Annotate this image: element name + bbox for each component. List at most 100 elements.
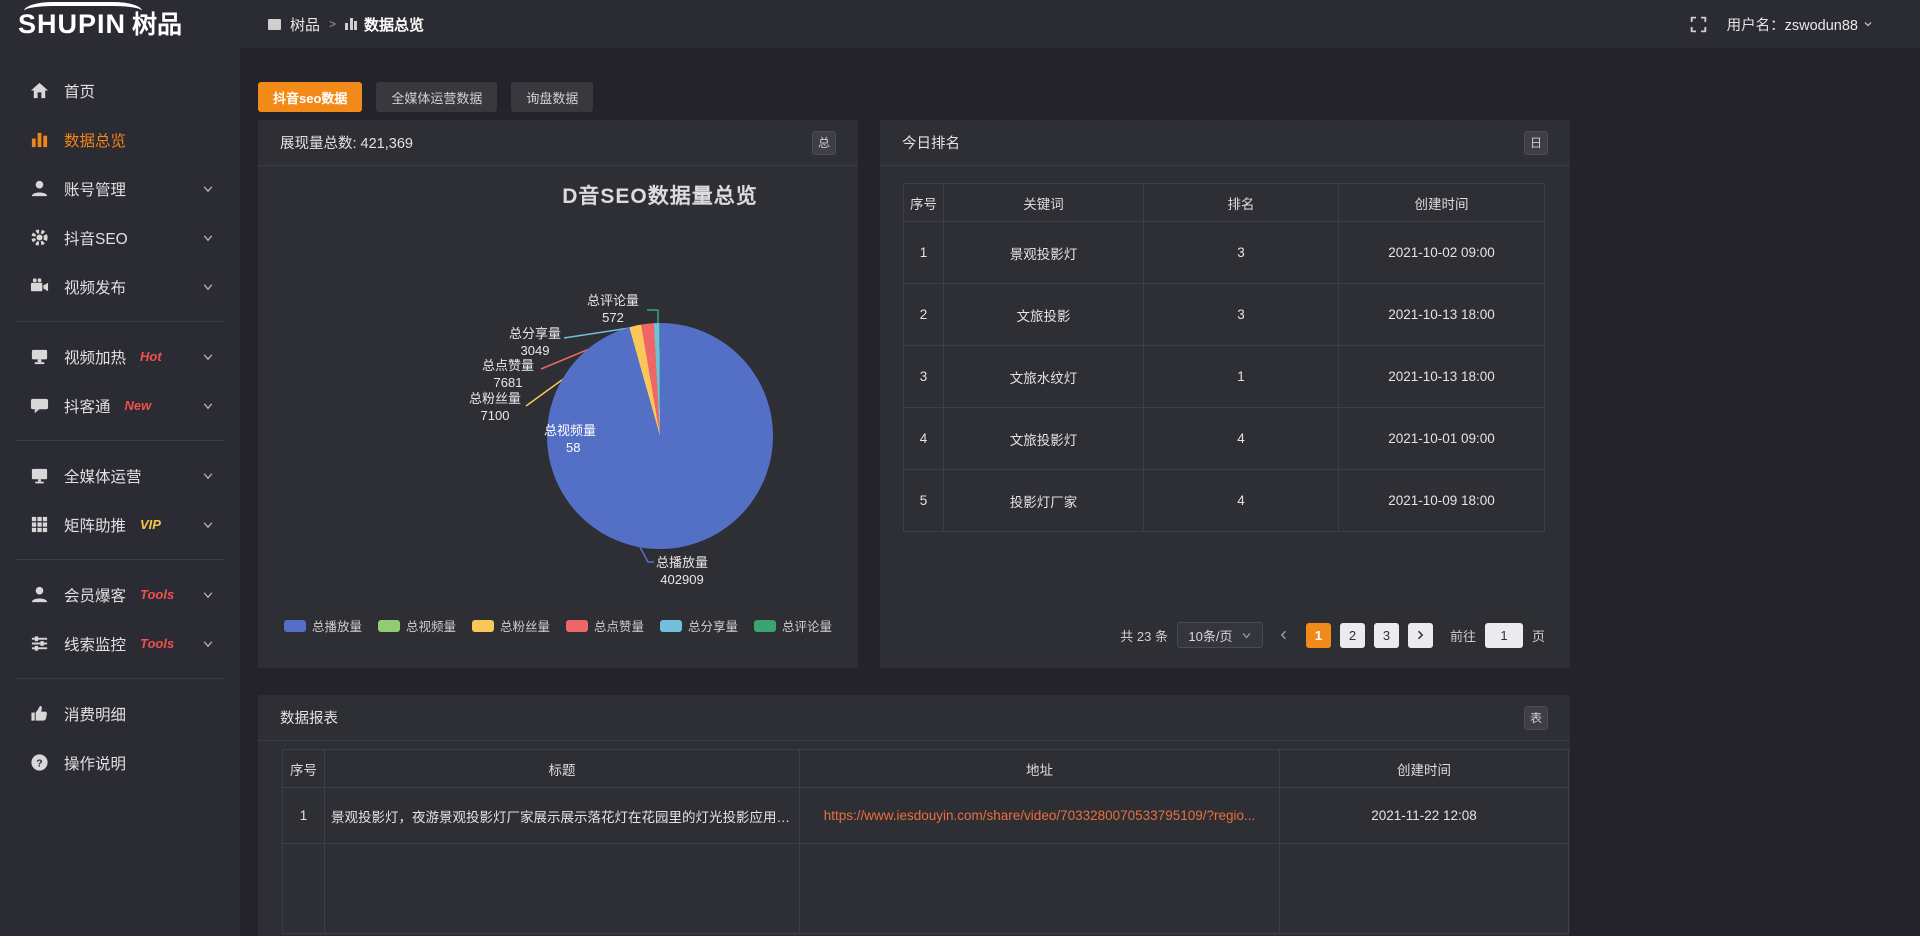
chart-legend: 总播放量 总视频量 总粉丝量 总点赞量 bbox=[258, 616, 858, 635]
breadcrumb-root[interactable]: 树品 bbox=[290, 14, 320, 35]
hot-badge: Hot bbox=[140, 349, 162, 364]
page-size-value: 10条/页 bbox=[1188, 626, 1232, 645]
app-logo: SHUPIN 树品 bbox=[0, 11, 240, 38]
sidebar-item-label: 账号管理 bbox=[64, 178, 126, 200]
sidebar-divider bbox=[16, 559, 224, 560]
monitor-icon bbox=[30, 347, 49, 366]
pie-label-comments: 总评论量 572 bbox=[563, 292, 663, 326]
tools-badge: Tools bbox=[140, 587, 174, 602]
legend-item-shares[interactable]: 总分享量 bbox=[660, 616, 738, 635]
pie-label-name: 总播放量 bbox=[656, 555, 708, 570]
grid-icon bbox=[30, 515, 49, 534]
bar-chart-icon bbox=[30, 130, 49, 149]
pie-label-name: 总视频量 bbox=[544, 423, 596, 438]
breadcrumb: 树品 > 数据总览 bbox=[268, 14, 424, 35]
pie-label-value: 7681 bbox=[458, 374, 558, 391]
sidebar-item-video-heat[interactable]: 视频加热 Hot bbox=[0, 332, 240, 381]
cell-url: https://www.iesdouyin.com/share/video/70… bbox=[800, 788, 1280, 844]
table-badge-button[interactable]: 表 bbox=[1524, 706, 1548, 730]
legend-item-plays[interactable]: 总播放量 bbox=[284, 616, 362, 635]
pie-label-shares: 总分享量 3049 bbox=[485, 325, 585, 359]
legend-swatch bbox=[284, 620, 306, 632]
sidebar-item-doukettong[interactable]: 抖客通 New bbox=[0, 381, 240, 430]
cell-index: 3 bbox=[904, 346, 944, 408]
cell-title bbox=[325, 844, 800, 934]
total-badge-button[interactable]: 总 bbox=[812, 131, 836, 155]
sidebar-item-label: 抖客通 bbox=[64, 395, 111, 417]
legend-label: 总点赞量 bbox=[594, 616, 644, 635]
day-badge-button[interactable]: 日 bbox=[1524, 131, 1548, 155]
impressions-total-label: 展现量总数: 421,369 bbox=[280, 132, 413, 153]
pie-label-name: 总评论量 bbox=[587, 293, 639, 308]
sidebar-item-label: 会员爆客 bbox=[64, 584, 126, 606]
prev-page-button[interactable] bbox=[1272, 623, 1297, 648]
cell-rank: 4 bbox=[1144, 470, 1339, 532]
page-button-1[interactable]: 1 bbox=[1306, 623, 1331, 648]
sidebar-item-omni-media[interactable]: 全媒体运营 bbox=[0, 451, 240, 500]
user-menu[interactable]: 用户名：zswodun88 bbox=[1727, 14, 1874, 35]
cell-rank: 1 bbox=[1144, 346, 1339, 408]
tab-inquiry-data[interactable]: 询盘数据 bbox=[511, 82, 593, 112]
table-header-row: 序号 关键词 排名 创建时间 bbox=[904, 184, 1545, 222]
today-ranking-panel: 今日排名 日 序号 关键词 排名 创建时间 bbox=[880, 120, 1570, 668]
sidebar-item-help[interactable]: ? 操作说明 bbox=[0, 738, 240, 787]
chevron-down-icon bbox=[202, 232, 214, 244]
ranking-panel-title: 今日排名 bbox=[902, 132, 960, 153]
column-header: 地址 bbox=[800, 750, 1280, 788]
gear-icon bbox=[30, 228, 49, 247]
chevron-down-icon bbox=[202, 183, 214, 195]
sidebar-item-consumption[interactable]: 消费明细 bbox=[0, 689, 240, 738]
pie-label-videos: 总视频量 58 bbox=[520, 422, 620, 456]
pagination-total: 共 23 条 bbox=[1120, 626, 1168, 645]
sidebar-item-matrix-boost[interactable]: 矩阵助推 VIP bbox=[0, 500, 240, 549]
legend-item-fans[interactable]: 总粉丝量 bbox=[472, 616, 550, 635]
legend-item-comments[interactable]: 总评论量 bbox=[754, 616, 832, 635]
cell-keyword: 文旅投影灯 bbox=[944, 408, 1144, 470]
sidebar-item-label: 视频发布 bbox=[64, 276, 126, 298]
page-button-3[interactable]: 3 bbox=[1374, 623, 1399, 648]
panels-row: 展现量总数: 421,369 总 D音SEO数据量总览 总评论量 bbox=[258, 120, 1920, 668]
chevron-down-icon bbox=[1862, 18, 1874, 30]
vip-badge: VIP bbox=[140, 517, 161, 532]
report-table: 序号 标题 地址 创建时间 1 景观投影灯，夜游景观投影灯厂家展示展示落花灯在花… bbox=[282, 749, 1569, 934]
screen-icon bbox=[30, 466, 49, 485]
chevron-down-icon bbox=[202, 470, 214, 482]
page-size-select[interactable]: 10条/页 bbox=[1177, 622, 1263, 648]
cell-index: 2 bbox=[904, 284, 944, 346]
sidebar-item-data-overview[interactable]: 数据总览 bbox=[0, 115, 240, 164]
chevron-down-icon bbox=[1241, 630, 1252, 641]
table-row: 4 文旅投影灯 4 2021-10-01 09:00 bbox=[904, 408, 1545, 470]
cell-rank: 3 bbox=[1144, 222, 1339, 284]
sidebar-item-label: 线索监控 bbox=[64, 633, 126, 655]
legend-label: 总粉丝量 bbox=[500, 616, 550, 635]
cell-created-time: 2021-11-22 12:08 bbox=[1280, 788, 1569, 844]
next-page-button[interactable] bbox=[1408, 623, 1433, 648]
sidebar-item-clue-monitor[interactable]: 线索监控 Tools bbox=[0, 619, 240, 668]
sidebar-item-member-burst[interactable]: 会员爆客 Tools bbox=[0, 570, 240, 619]
column-header: 序号 bbox=[904, 184, 944, 222]
tab-douyin-seo-data[interactable]: 抖音seo数据 bbox=[258, 82, 362, 112]
legend-item-likes[interactable]: 总点赞量 bbox=[566, 616, 644, 635]
sidebar-item-home[interactable]: 首页 bbox=[0, 66, 240, 115]
cell-index: 5 bbox=[904, 470, 944, 532]
username-label: 用户名：zswodun88 bbox=[1727, 14, 1858, 35]
page-button-2[interactable]: 2 bbox=[1340, 623, 1365, 648]
goto-page-input[interactable] bbox=[1485, 623, 1523, 648]
legend-item-videos[interactable]: 总视频量 bbox=[378, 616, 456, 635]
sidebar-item-video-publish[interactable]: 视频发布 bbox=[0, 262, 240, 311]
video-url-link[interactable]: https://www.iesdouyin.com/share/video/70… bbox=[824, 808, 1256, 823]
sidebar: 首页 数据总览 账号管理 抖音SEO 视频发布 视频加热 Hot bbox=[0, 48, 240, 936]
cell-index: 1 bbox=[283, 788, 325, 844]
pie-label-name: 总点赞量 bbox=[482, 358, 534, 373]
column-header: 创建时间 bbox=[1339, 184, 1545, 222]
fullscreen-icon[interactable] bbox=[1690, 16, 1707, 33]
table-row: 5 投影灯厂家 4 2021-10-09 18:00 bbox=[904, 470, 1545, 532]
video-camera-icon bbox=[30, 277, 49, 296]
sidebar-item-label: 消费明细 bbox=[64, 703, 126, 725]
tab-omni-media-data[interactable]: 全媒体运营数据 bbox=[376, 82, 497, 112]
cell-created-time: 2021-10-02 09:00 bbox=[1339, 222, 1545, 284]
sidebar-item-account[interactable]: 账号管理 bbox=[0, 164, 240, 213]
cell-title: 景观投影灯，夜游景观投影灯厂家展示展示落花灯在花园里的灯光投影应用效果 # bbox=[325, 788, 800, 844]
sidebar-item-douyin-seo[interactable]: 抖音SEO bbox=[0, 213, 240, 262]
ranking-panel-header: 今日排名 日 bbox=[880, 120, 1570, 166]
